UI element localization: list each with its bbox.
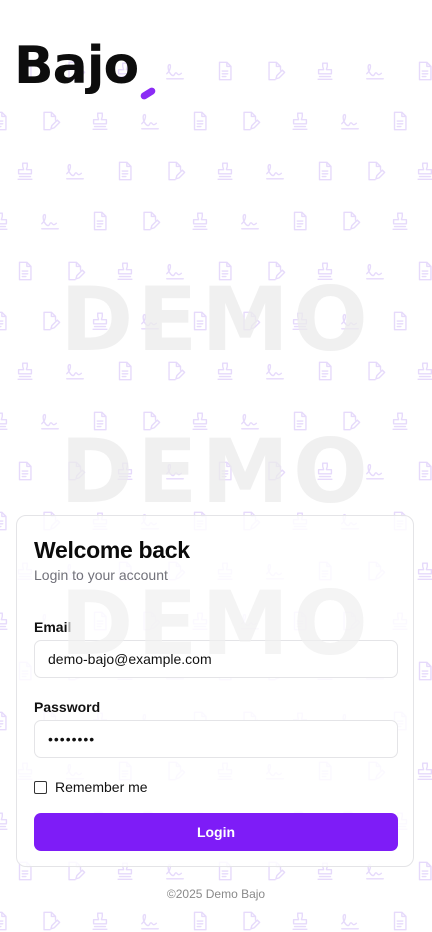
document-icon — [0, 711, 7, 731]
document-icon — [0, 111, 7, 131]
stamp-icon — [217, 162, 233, 180]
signature-icon — [341, 913, 359, 930]
bajo-logo: Bajo — [14, 40, 164, 112]
signature-icon — [241, 213, 259, 230]
edit-document-icon — [268, 61, 286, 81]
stamp-icon — [292, 912, 308, 930]
demo-watermark: DEMO — [60, 420, 372, 523]
edit-document-icon — [368, 161, 386, 181]
signature-icon — [266, 163, 284, 180]
document-icon — [393, 911, 407, 931]
stamp-icon — [317, 62, 333, 80]
stamp-icon — [192, 212, 208, 230]
stamp-icon — [0, 812, 8, 830]
login-button[interactable]: Login — [34, 813, 398, 851]
stamp-icon — [92, 912, 108, 930]
logo-text: Bajo — [14, 36, 139, 96]
stamp-icon — [0, 412, 8, 430]
edit-document-icon — [168, 161, 186, 181]
document-icon — [393, 111, 407, 131]
document-icon — [193, 111, 207, 131]
signature-icon — [66, 163, 84, 180]
signature-icon — [341, 113, 359, 130]
document-icon — [418, 861, 432, 881]
stamp-icon — [92, 112, 108, 130]
document-icon — [418, 61, 432, 81]
signature-icon — [141, 113, 159, 130]
document-icon — [193, 911, 207, 931]
document-icon — [93, 211, 107, 231]
document-icon — [0, 911, 7, 931]
stamp-icon — [392, 212, 408, 230]
password-label: Password — [34, 699, 101, 715]
stamp-icon — [17, 362, 33, 380]
stamp-icon — [392, 412, 408, 430]
stamp-icon — [417, 762, 432, 780]
signature-icon — [141, 913, 159, 930]
stamp-icon — [417, 362, 432, 380]
signature-icon — [366, 63, 384, 80]
remember-me-row[interactable]: Remember me — [34, 779, 148, 795]
signature-icon — [41, 213, 59, 230]
logo-accent-mark — [139, 86, 157, 101]
demo-watermark: DEMO — [60, 572, 372, 675]
remember-me-label[interactable]: Remember me — [55, 779, 148, 795]
edit-document-icon — [43, 911, 61, 931]
demo-watermark: DEMO — [60, 268, 372, 371]
footer-copyright: ©2025 Demo Bajo — [166, 887, 266, 901]
stamp-icon — [0, 212, 8, 230]
document-icon — [318, 161, 332, 181]
page-title: Welcome back — [34, 537, 190, 563]
signature-icon — [166, 63, 184, 80]
stamp-icon — [292, 112, 308, 130]
password-field[interactable] — [34, 720, 398, 758]
signature-icon — [41, 413, 59, 430]
document-icon — [218, 61, 232, 81]
edit-document-icon — [143, 211, 161, 231]
edit-document-icon — [43, 111, 61, 131]
stamp-icon — [17, 162, 33, 180]
document-icon — [118, 161, 132, 181]
stamp-icon — [417, 562, 432, 580]
edit-document-icon — [243, 911, 261, 931]
stamp-icon — [417, 162, 432, 180]
document-icon — [293, 211, 307, 231]
edit-document-icon — [343, 211, 361, 231]
edit-document-icon — [243, 111, 261, 131]
remember-me-checkbox[interactable] — [34, 780, 47, 794]
login-card: Welcome back Login to your account Email… — [16, 515, 414, 867]
